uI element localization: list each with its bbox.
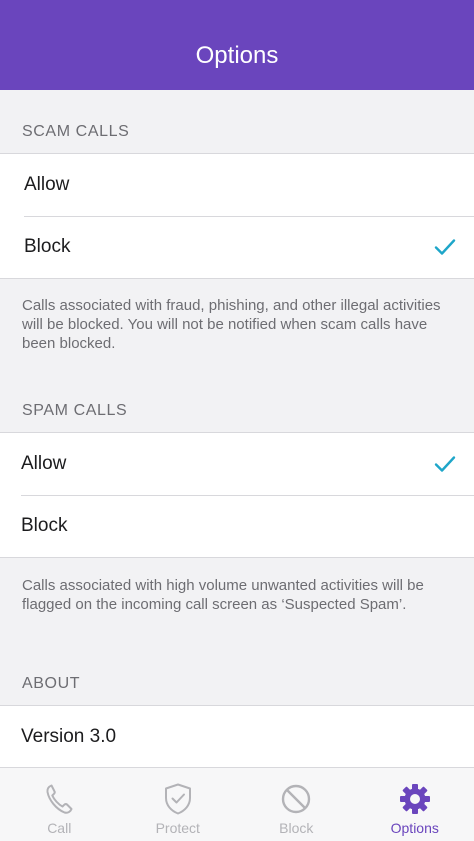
spam-allow-label: Allow xyxy=(21,453,67,474)
version-label: Version 3.0 xyxy=(21,726,117,747)
spam-block-option[interactable]: Block xyxy=(0,495,474,557)
scam-block-option[interactable]: Block xyxy=(0,216,474,278)
navigation-bar: Options xyxy=(0,0,474,90)
scam-allow-option[interactable]: Allow xyxy=(0,154,474,216)
spam-calls-footnote: Calls associated with high volume unwant… xyxy=(22,577,424,613)
tab-options[interactable]: Options xyxy=(356,768,474,841)
tab-block[interactable]: Block xyxy=(237,768,356,841)
scam-allow-label: Allow xyxy=(24,174,70,195)
spam-block-label: Block xyxy=(21,515,68,536)
phone-icon xyxy=(46,784,73,814)
scam-calls-header: SCAM CALLS xyxy=(22,123,130,140)
scam-calls-group: Allow Block xyxy=(0,153,474,279)
tab-protect-label: Protect xyxy=(155,820,200,836)
tab-call-label: Call xyxy=(47,820,72,836)
spam-calls-group: Allow Block xyxy=(0,432,474,558)
about-group: Version 3.0 xyxy=(0,705,474,768)
tab-bar: Call Protect Block Options xyxy=(0,767,474,841)
about-header: ABOUT xyxy=(22,675,81,692)
scam-block-label: Block xyxy=(24,236,71,257)
gear-icon xyxy=(399,784,430,814)
spam-calls-header: SPAM CALLS xyxy=(22,402,128,419)
tab-block-label: Block xyxy=(279,820,314,836)
options-screen: Options SCAM CALLS Allow Block Calls ass… xyxy=(0,0,474,841)
tab-protect[interactable]: Protect xyxy=(119,768,238,841)
checkmark-icon xyxy=(434,239,456,255)
scam-calls-footnote: Calls associated with fraud, phishing, a… xyxy=(22,297,441,352)
checkmark-icon xyxy=(434,456,456,472)
tab-options-label: Options xyxy=(390,820,439,836)
spam-allow-option[interactable]: Allow xyxy=(0,433,474,495)
version-row: Version 3.0 xyxy=(0,706,474,768)
shield-check-icon xyxy=(164,783,191,815)
tab-call[interactable]: Call xyxy=(0,768,119,841)
block-icon xyxy=(282,784,311,814)
page-title: Options xyxy=(195,42,279,69)
